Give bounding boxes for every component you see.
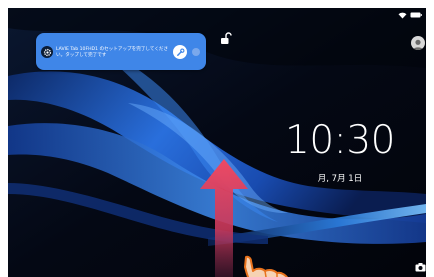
- pointing-hand-icon: [244, 255, 288, 277]
- wifi-icon: [398, 12, 407, 18]
- clock-time: 10:30: [285, 118, 395, 163]
- camera-icon[interactable]: [415, 262, 426, 272]
- wrench-icon[interactable]: [173, 45, 187, 59]
- battery-icon: [410, 12, 422, 18]
- user-avatar-icon[interactable]: [411, 36, 425, 50]
- setup-notification[interactable]: LAVIE Tab 10FHD1 のセットアップを完了してください。タップして完…: [36, 33, 206, 70]
- clock-date: 月, 7月 1日: [317, 174, 363, 184]
- notification-dismiss-button[interactable]: [192, 48, 200, 56]
- gear-icon: [41, 46, 53, 58]
- lock-screen: LAVIE Tab 10FHD1 のセットアップを完了してください。タップして完…: [8, 8, 426, 277]
- unlock-icon: [221, 32, 232, 44]
- status-bar: [398, 11, 422, 19]
- notification-text: LAVIE Tab 10FHD1 のセットアップを完了してください。タップして完…: [56, 47, 169, 58]
